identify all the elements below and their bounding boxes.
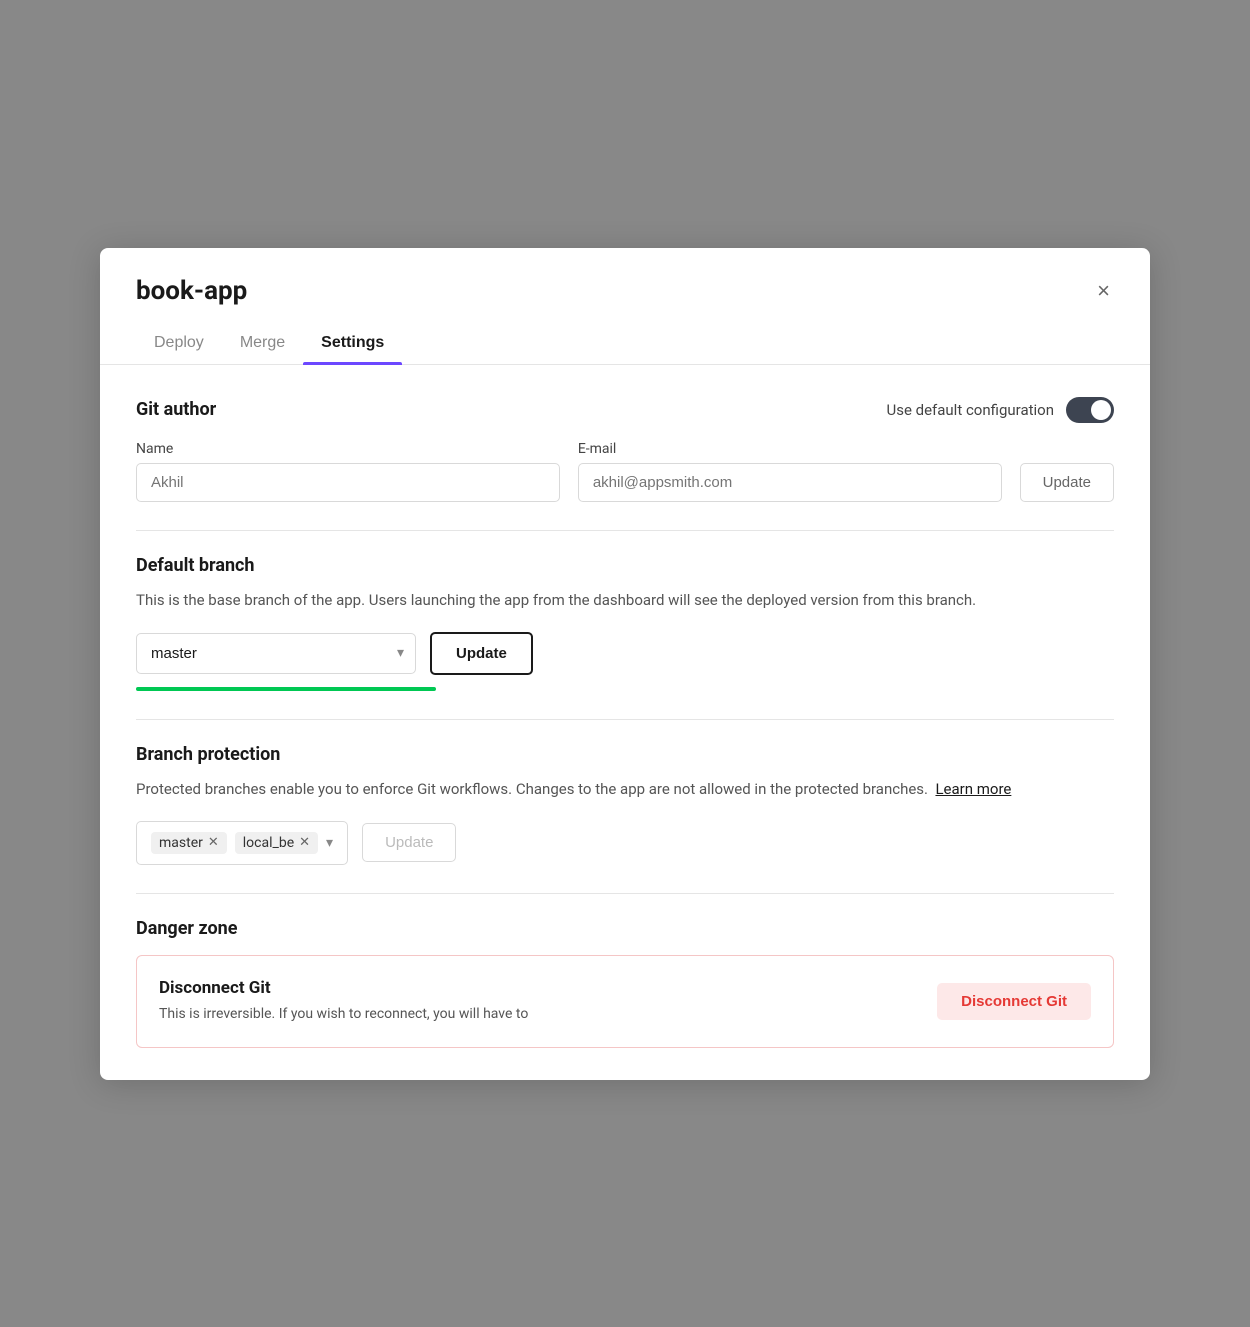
branch-protection-title: Branch protection: [136, 744, 280, 765]
email-label: E-mail: [578, 441, 1002, 457]
git-author-header-row: Git author Use default configuration: [136, 397, 1114, 423]
disconnect-git-title: Disconnect Git: [159, 978, 937, 998]
branch-protection-section: Branch protection Protected branches ena…: [136, 744, 1114, 865]
use-default-row: Use default configuration: [886, 397, 1114, 423]
tag-master-remove-icon[interactable]: ✕: [208, 836, 219, 849]
learn-more-link[interactable]: Learn more: [935, 780, 1011, 798]
danger-zone-section: Danger zone Disconnect Git This is irrev…: [136, 918, 1114, 1048]
git-author-update-button[interactable]: Update: [1020, 463, 1114, 502]
default-branch-title: Default branch: [136, 555, 255, 576]
divider-3: [136, 893, 1114, 894]
disconnect-git-description: This is irreversible. If you wish to rec…: [159, 1004, 937, 1025]
default-branch-section: Default branch This is the base branch o…: [136, 555, 1114, 691]
git-author-section: Git author Use default configuration Nam…: [136, 397, 1114, 502]
email-field-group: E-mail: [578, 441, 1002, 502]
use-default-toggle[interactable]: [1066, 397, 1114, 423]
tabs: Deploy Merge Settings: [100, 324, 1150, 365]
green-progress-bar: [136, 687, 436, 691]
use-default-label: Use default configuration: [886, 401, 1054, 419]
branch-protection-row: master ✕ local_be ✕ ▾ Update: [136, 821, 1114, 865]
email-input[interactable]: [578, 463, 1002, 502]
default-branch-description: This is the base branch of the app. User…: [136, 588, 1114, 612]
default-branch-update-button[interactable]: Update: [430, 632, 533, 675]
disconnect-git-button[interactable]: Disconnect Git: [937, 983, 1091, 1020]
tag-master: master ✕: [151, 832, 227, 854]
tag-local-be-remove-icon[interactable]: ✕: [299, 836, 310, 849]
branch-protection-multi-select: master ✕ local_be ✕ ▾: [136, 821, 348, 865]
close-button[interactable]: ×: [1093, 276, 1114, 306]
modal-title: book-app: [136, 276, 247, 306]
tab-deploy[interactable]: Deploy: [136, 324, 222, 364]
branch-protection-description: Protected branches enable you to enforce…: [136, 777, 1114, 801]
tab-settings[interactable]: Settings: [303, 324, 402, 364]
git-author-fields: Name E-mail Update: [136, 441, 1114, 502]
branch-select-wrapper: master ▾: [136, 633, 416, 674]
disconnect-git-box: Disconnect Git This is irreversible. If …: [136, 955, 1114, 1048]
tab-merge[interactable]: Merge: [222, 324, 303, 364]
danger-zone-title: Danger zone: [136, 918, 237, 939]
name-label: Name: [136, 441, 560, 457]
modal-header: book-app ×: [100, 248, 1150, 306]
disconnect-git-content: Disconnect Git This is irreversible. If …: [159, 978, 937, 1025]
branch-protection-update-button[interactable]: Update: [362, 823, 456, 862]
name-input[interactable]: [136, 463, 560, 502]
default-branch-row: master ▾ Update: [136, 632, 1114, 675]
divider-2: [136, 719, 1114, 720]
git-author-title: Git author: [136, 399, 216, 420]
divider-1: [136, 530, 1114, 531]
modal: book-app × Deploy Merge Settings Git aut…: [100, 248, 1150, 1080]
multi-select-box[interactable]: master ✕ local_be ✕ ▾: [136, 821, 348, 865]
tag-local-be: local_be ✕: [235, 832, 318, 854]
name-field-group: Name: [136, 441, 560, 502]
branch-select[interactable]: master: [136, 633, 416, 674]
multi-select-chevron-icon: ▾: [326, 835, 333, 851]
modal-body: Git author Use default configuration Nam…: [100, 365, 1150, 1080]
